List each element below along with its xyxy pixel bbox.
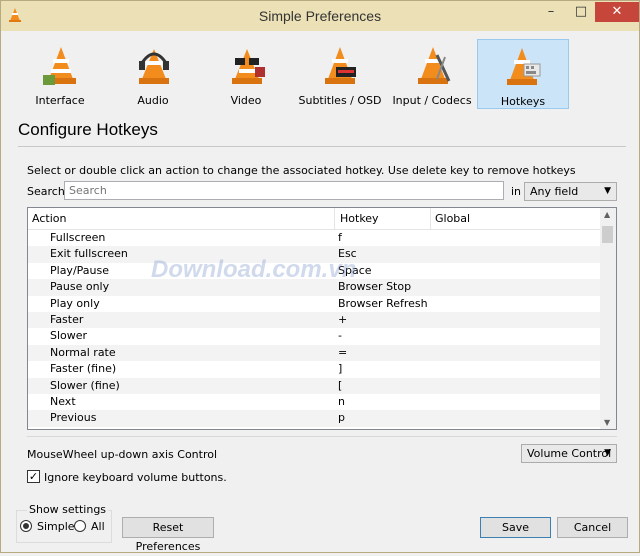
mousewheel-label: MouseWheel up-down axis Control xyxy=(27,448,218,461)
search-input[interactable] xyxy=(64,181,504,200)
tab-input-codecs[interactable]: Input / Codecs xyxy=(387,39,477,109)
hotkey-cell: ] xyxy=(338,362,343,376)
table-row[interactable]: Next n xyxy=(28,394,601,410)
ignore-keyboard-checkbox[interactable]: ✓ xyxy=(27,470,40,483)
mousewheel-select[interactable]: Volume Control ▼ xyxy=(521,444,617,463)
tab-audio[interactable]: Audio xyxy=(108,39,198,109)
cone-subtitles-icon xyxy=(325,47,356,84)
chevron-down-icon: ▼ xyxy=(604,186,611,196)
table-header: Action Hotkey Global xyxy=(28,208,601,230)
cone-headphones-icon xyxy=(139,49,169,84)
table-row[interactable]: Faster (fine)] xyxy=(28,361,601,377)
table-row[interactable]: Play only Browser Refresh xyxy=(28,296,601,312)
tab-hotkeys[interactable]: Hotkeys xyxy=(477,39,569,109)
scroll-up-icon[interactable]: ▲ xyxy=(604,210,610,219)
show-settings-title: Show settings xyxy=(27,503,109,516)
table-row[interactable]: Slower - xyxy=(28,328,601,344)
scroll-down-icon[interactable]: ▼ xyxy=(604,418,610,427)
mousewheel-value: Volume Control xyxy=(527,447,612,460)
hotkey-cell: [ xyxy=(338,378,343,392)
hotkey-cell: n xyxy=(338,394,345,408)
action-cell: Faster xyxy=(50,312,84,326)
search-field-select[interactable]: Any field ▼ xyxy=(524,182,617,201)
table-row[interactable]: Slower (fine) [ xyxy=(28,377,601,394)
tab-label: Video xyxy=(230,94,262,107)
hotkey-cell: Browser Refresh xyxy=(338,296,428,310)
action-cell: Slower (fine) xyxy=(50,378,120,392)
scroll-thumb[interactable] xyxy=(602,226,613,243)
description-text: Select or double click an action to chan… xyxy=(27,164,576,177)
cone-hotkeys-icon xyxy=(507,48,541,85)
search-field-value: Any field xyxy=(530,185,579,198)
tab-interface[interactable]: Interface xyxy=(15,39,105,109)
tab-label: Audio xyxy=(137,94,169,107)
hotkey-cell: f xyxy=(338,231,342,244)
cone-codecs-icon xyxy=(418,47,451,84)
table-row[interactable]: Previous p xyxy=(28,410,601,427)
tab-label: Input / Codecs xyxy=(392,94,472,107)
page-title: Configure Hotkeys xyxy=(18,120,158,139)
column-header-global[interactable]: Global xyxy=(435,212,470,225)
action-cell: Slower xyxy=(50,329,88,343)
tab-label: Subtitles / OSD xyxy=(298,94,382,107)
hotkeys-table: Action Hotkey Global Fullscreen f Exit fu… xyxy=(27,207,617,430)
watermark: Download.com.vn xyxy=(151,256,357,283)
action-cell: Faster (fine) xyxy=(50,362,117,376)
column-header-action[interactable]: Action xyxy=(32,212,66,225)
action-cell: Next xyxy=(50,394,76,408)
chevron-down-icon: ▼ xyxy=(604,448,611,458)
table-row[interactable]: Fullscreen f xyxy=(28,230,601,246)
preferences-window: Simple Preferences – □ ✕ Interface Audio xyxy=(0,0,640,553)
search-label: Search xyxy=(27,185,65,198)
table-row[interactable]: Faster + xyxy=(28,311,601,329)
tab-video[interactable]: Video xyxy=(201,39,291,109)
action-cell: Exit fullscreen xyxy=(50,247,128,261)
simple-radio[interactable] xyxy=(20,520,32,532)
action-cell: Previous xyxy=(50,411,97,425)
tab-label: Hotkeys xyxy=(500,95,546,108)
action-cell: Fullscreen xyxy=(50,231,106,244)
title-bar[interactable]: Simple Preferences – □ ✕ xyxy=(1,1,639,31)
hotkey-cell: - xyxy=(338,329,342,343)
cone-interface-icon xyxy=(43,47,76,85)
tab-subtitles-osd[interactable]: Subtitles / OSD xyxy=(294,39,386,109)
action-cell: Normal rate xyxy=(50,345,116,359)
action-cell: Play/Pause xyxy=(50,263,109,277)
divider xyxy=(18,146,626,147)
column-separator xyxy=(430,208,431,229)
column-header-hotkey[interactable]: Hotkey xyxy=(340,212,379,225)
vertical-scrollbar[interactable]: ▲ ▼ xyxy=(600,208,616,429)
table-row[interactable]: Normal rate = xyxy=(28,344,601,362)
minimize-button[interactable]: – xyxy=(537,2,565,22)
tab-label: Interface xyxy=(35,94,85,107)
divider xyxy=(27,436,617,437)
action-cell: Pause only xyxy=(50,280,110,294)
all-radio[interactable] xyxy=(74,520,86,532)
hotkey-cell: + xyxy=(338,312,348,326)
maximize-button[interactable]: □ xyxy=(567,2,595,22)
in-label: in xyxy=(511,185,522,198)
hotkey-cell: p xyxy=(338,411,345,425)
save-button[interactable]: Save xyxy=(480,517,551,538)
hotkey-cell: = xyxy=(338,345,348,359)
category-tabs: Interface Audio Video Subtitles / OSD In… xyxy=(7,39,637,111)
cancel-button[interactable]: Cancel xyxy=(557,517,628,538)
close-button[interactable]: ✕ xyxy=(595,2,639,22)
simple-radio-label[interactable]: Simple xyxy=(37,520,75,533)
radio-selected-dot xyxy=(23,523,29,529)
action-cell: Play only xyxy=(50,296,100,310)
reset-preferences-button[interactable]: Reset Preferences xyxy=(122,517,214,553)
cone-glasses-icon xyxy=(232,49,265,84)
column-separator xyxy=(334,208,335,229)
all-radio-label[interactable]: All xyxy=(91,520,105,533)
ignore-keyboard-label: Ignore keyboard volume buttons. xyxy=(44,471,227,484)
